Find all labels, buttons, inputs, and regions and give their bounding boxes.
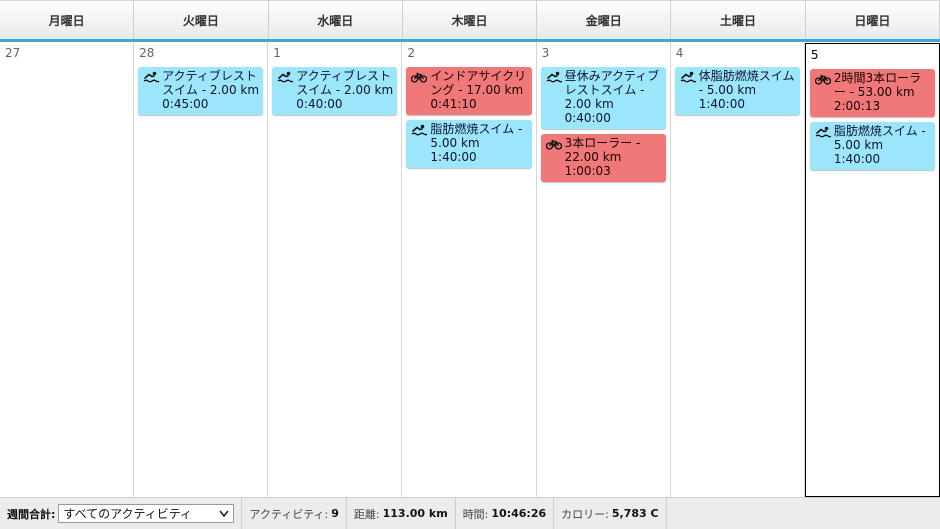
activity-event-text: 脂肪燃焼スイム - 5.00 km 1:40:00 — [833, 124, 926, 166]
day-number: 28 — [139, 46, 155, 60]
activity-filter-select[interactable]: すべてのアクティビティ — [58, 504, 235, 523]
day-number: 5 — [810, 48, 819, 62]
distance-label: 距離: — [353, 507, 380, 521]
distance-total: 距離: 113.00 km — [347, 497, 456, 529]
swim-icon — [680, 71, 697, 83]
activities-label: アクティビティ: — [249, 507, 329, 521]
day-number: 4 — [675, 46, 684, 60]
swim-icon — [815, 126, 832, 138]
swim-icon — [143, 71, 160, 83]
day-cell-today[interactable]: 5 2時間3本ローラー - 53.00 km 2:00:13 脂肪燃焼スイム - 5… — [804, 43, 940, 497]
weekday-header-cell: 火曜日 — [134, 0, 269, 39]
weekly-total-section: 週間合計: すべてのアクティビティ — [0, 497, 243, 529]
swim-activity-event[interactable]: 脂肪燃焼スイム - 5.00 km 1:40:00 — [809, 122, 935, 170]
swim-icon — [411, 124, 429, 136]
time-total: 時間: 10:46:26 — [456, 497, 555, 529]
day-number: 1 — [273, 46, 281, 60]
bike-icon — [545, 138, 562, 150]
activities-value: 9 — [331, 507, 339, 520]
day-cell[interactable]: 4 体脂肪燃焼スイム - 5.00 km 1:40:00 — [671, 42, 805, 497]
weekday-header-cell: 土曜日 — [671, 0, 806, 39]
day-cell[interactable]: 3 昼休みアクティブレストスイム - 2.00 km 0:40:00 3本ローラー … — [537, 42, 671, 497]
activity-event-text: インドアサイクリング - 17.00 km 0:41:10 — [430, 69, 527, 111]
swim-activity-event[interactable]: アクティブレストスイム - 2.00 km 0:40:00 — [272, 67, 398, 115]
swim-activity-event[interactable]: アクティブレストスイム - 2.00 km 0:45:00 — [138, 67, 264, 115]
day-number: 3 — [541, 46, 550, 60]
activity-event-text: 昼休みアクティブレストスイム - 2.00 km 0:40:00 — [564, 69, 660, 125]
weekday-header-cell: 水曜日 — [268, 0, 403, 39]
time-label: 時間: — [462, 507, 489, 521]
bike-activity-event[interactable]: 3本ローラー - 22.00 km 1:00:03 — [540, 134, 666, 182]
day-cell[interactable]: 28 アクティブレストスイム - 2.00 km 0:45:00 — [134, 42, 269, 497]
day-cell[interactable]: 2 インドアサイクリング - 17.00 km 0:41:10 脂肪燃焼スイム - … — [402, 42, 537, 497]
activity-event-text: 体脂肪燃焼スイム - 5.00 km 1:40:00 — [698, 69, 795, 111]
day-number: 2 — [407, 46, 416, 60]
bike-icon — [411, 71, 428, 83]
week-grid: 27 28 アクティブレストスイム - 2.00 km 0:45:00 1 アクティブレ… — [0, 42, 940, 497]
bike-activity-event[interactable]: 2時間3本ローラー - 53.00 km 2:00:13 — [809, 69, 935, 117]
weekly-summary-bar: 週間合計: すべてのアクティビティ アクティビティ: 9 距離: 113.00 … — [0, 497, 940, 529]
calories-label: カロリー: — [561, 507, 609, 521]
bike-activity-event[interactable]: インドアサイクリング - 17.00 km 0:41:10 — [406, 67, 532, 115]
bike-icon — [814, 73, 831, 85]
time-value: 10:46:26 — [491, 507, 547, 520]
swim-icon — [546, 71, 563, 83]
activity-event-text: アクティブレストスイム - 2.00 km 0:45:00 — [162, 69, 260, 111]
activity-event-text: 2時間3本ローラー - 53.00 km 2:00:13 — [833, 71, 922, 113]
swim-activity-event[interactable]: 体脂肪燃焼スイム - 5.00 km 1:40:00 — [674, 67, 800, 115]
weekly-total-label: 週間合計: — [7, 507, 56, 521]
swim-activity-event[interactable]: 脂肪燃焼スイム - 5.00 km 1:40:00 — [406, 120, 532, 168]
weekday-header-cell: 月曜日 — [0, 0, 135, 39]
distance-value: 113.00 km — [382, 507, 448, 520]
swim-icon — [277, 71, 294, 83]
weekday-header-cell: 日曜日 — [805, 0, 940, 39]
activity-filter-value: すべてのアクティビティ — [63, 507, 193, 521]
weekday-header: 月曜日 火曜日 水曜日 木曜日 金曜日 土曜日 日曜日 — [0, 0, 940, 42]
weekday-header-cell: 木曜日 — [402, 0, 538, 39]
activities-count: アクティビティ: 9 — [242, 497, 347, 529]
swim-activity-event[interactable]: 昼休みアクティブレストスイム - 2.00 km 0:40:00 — [540, 67, 666, 129]
chevron-down-icon — [219, 510, 230, 517]
weekday-header-cell: 金曜日 — [537, 0, 672, 39]
day-cell[interactable]: 1 アクティブレストスイム - 2.00 km 0:40:00 — [268, 42, 403, 497]
day-number: 27 — [5, 46, 21, 60]
activity-event-text: 脂肪燃焼スイム - 5.00 km 1:40:00 — [430, 122, 523, 164]
activity-event-text: アクティブレストスイム - 2.00 km 0:40:00 — [296, 69, 394, 111]
activity-event-text: 3本ローラー - 22.00 km 1:00:03 — [564, 136, 641, 178]
day-cell[interactable]: 27 — [0, 42, 135, 497]
calories-total: カロリー: 5,783 C — [554, 497, 667, 529]
calories-value: 5,783 C — [611, 507, 659, 520]
